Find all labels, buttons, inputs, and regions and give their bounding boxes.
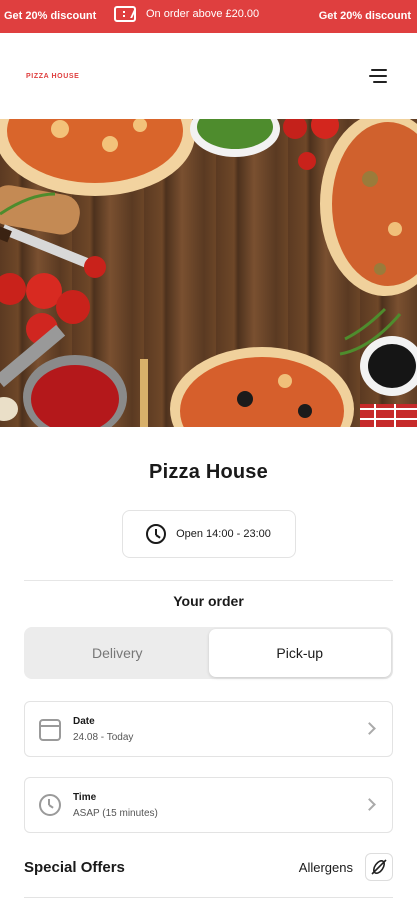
promo-center-text: On order above £20.00: [146, 8, 260, 20]
promo-right-text: Get 20% discount: [318, 10, 411, 22]
allergen-icon: [365, 853, 393, 881]
promo-left-text: Get 20% discount: [4, 10, 97, 22]
allergens-label: Allergens: [298, 859, 353, 875]
order-type-toggle: Delivery Pick-up: [24, 627, 393, 679]
logo[interactable]: PIZZA HOUSE: [26, 73, 79, 80]
chevron-right-icon: [363, 722, 376, 735]
time-selector[interactable]: Time ASAP (15 minutes): [24, 777, 393, 833]
divider: [24, 897, 393, 898]
your-order-heading: Your order: [173, 593, 244, 609]
date-selector[interactable]: Date 24.08 - Today: [24, 701, 393, 757]
hamburger-menu-icon[interactable]: [369, 69, 387, 83]
clock-icon: [39, 794, 61, 816]
pizza-photo: [0, 119, 417, 427]
ticket-icon: [114, 6, 136, 22]
header: PIZZA HOUSE: [0, 33, 417, 119]
calendar-icon: [39, 719, 61, 741]
date-value: 24.08 - Today: [73, 731, 134, 743]
offers-row: Special Offers Allergens: [24, 853, 393, 881]
opening-hours-badge: Open 14:00 - 23:00: [121, 510, 296, 558]
allergens-button[interactable]: Allergens: [299, 853, 393, 881]
promo-bar: Get 20% discount On order above £20.00 G…: [0, 0, 417, 33]
promo-center: On order above £20.00: [114, 6, 259, 22]
date-label: Date: [73, 715, 95, 727]
divider: [24, 580, 393, 581]
opening-hours-text: Open 14:00 - 23:00: [176, 528, 271, 540]
time-value: ASAP (15 minutes): [73, 807, 158, 819]
tab-delivery[interactable]: Delivery: [26, 629, 209, 677]
tab-pick-up[interactable]: Pick-up: [208, 629, 391, 677]
special-offers-heading: Special Offers: [24, 858, 125, 876]
chevron-right-icon: [363, 798, 376, 811]
time-label: Time: [73, 791, 97, 803]
restaurant-name: Pizza House: [149, 461, 268, 483]
clock-icon: [146, 524, 167, 544]
hero-image: [0, 119, 417, 427]
